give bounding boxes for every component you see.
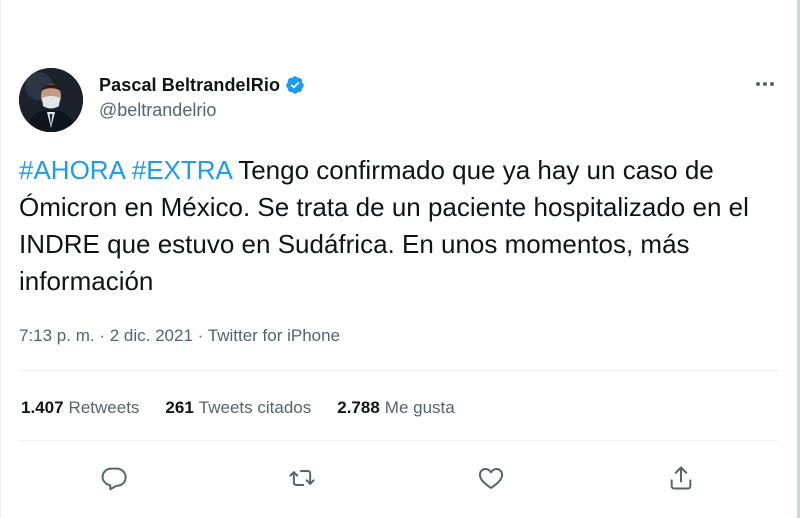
likes-count: 2.788 [337, 398, 380, 417]
quote-tweets-label: Tweets citados [198, 398, 312, 417]
divider [19, 370, 779, 371]
avatar[interactable] [19, 68, 83, 132]
hashtag-link[interactable]: #EXTRA [132, 155, 232, 185]
likes-stat[interactable]: 2.788 Me gusta [337, 398, 454, 418]
retweets-count: 1.407 [21, 398, 64, 417]
dot [763, 82, 767, 86]
avatar-photo [19, 68, 83, 132]
meta-separator: · [197, 326, 204, 345]
like-button[interactable] [471, 458, 511, 498]
tweet-metadata: 7:13 p. m. · 2 dic. 2021 · Twitter for i… [19, 326, 340, 346]
tweet-text: #AHORA #EXTRA Tengo confirmado que ya ha… [19, 152, 759, 300]
dot [770, 82, 774, 86]
author-name-row[interactable]: Pascal BeltrandelRio [99, 72, 305, 98]
tweet-source[interactable]: Twitter for iPhone [208, 326, 340, 345]
reply-icon [101, 467, 127, 491]
tweet-stats: 1.407 Retweets 261 Tweets citados 2.788 Me … [21, 398, 455, 418]
share-button[interactable] [661, 458, 701, 498]
hashtag-link[interactable]: #AHORA [19, 155, 125, 185]
quote-tweets-stat[interactable]: 261 Tweets citados [165, 398, 311, 418]
divider [19, 440, 779, 441]
tweet-actions [1, 458, 800, 498]
share-icon [670, 466, 692, 490]
tweet-body: Tengo confirmado que ya hay un caso de Ó… [19, 155, 749, 296]
like-icon [478, 468, 504, 489]
retweets-label: Retweets [68, 398, 140, 417]
retweet-icon [289, 470, 315, 486]
dot [756, 82, 760, 86]
retweets-stat[interactable]: 1.407 Retweets [21, 398, 139, 418]
author-handle[interactable]: @beltrandelrio [99, 100, 216, 121]
reply-button[interactable] [94, 458, 134, 498]
quote-tweets-count: 261 [165, 398, 194, 417]
verified-badge-icon [285, 75, 305, 95]
tweet-date[interactable]: 2 dic. 2021 [110, 326, 193, 345]
retweet-button[interactable] [282, 458, 322, 498]
tweet-card: Pascal BeltrandelRio @beltrandelrio #AHO… [0, 0, 800, 518]
author-display-name[interactable]: Pascal BeltrandelRio [99, 75, 280, 96]
tweet-time[interactable]: 7:13 p. m. [19, 326, 95, 345]
more-options-icon[interactable] [751, 72, 779, 96]
meta-separator: · [99, 326, 106, 345]
likes-label: Me gusta [384, 398, 455, 417]
